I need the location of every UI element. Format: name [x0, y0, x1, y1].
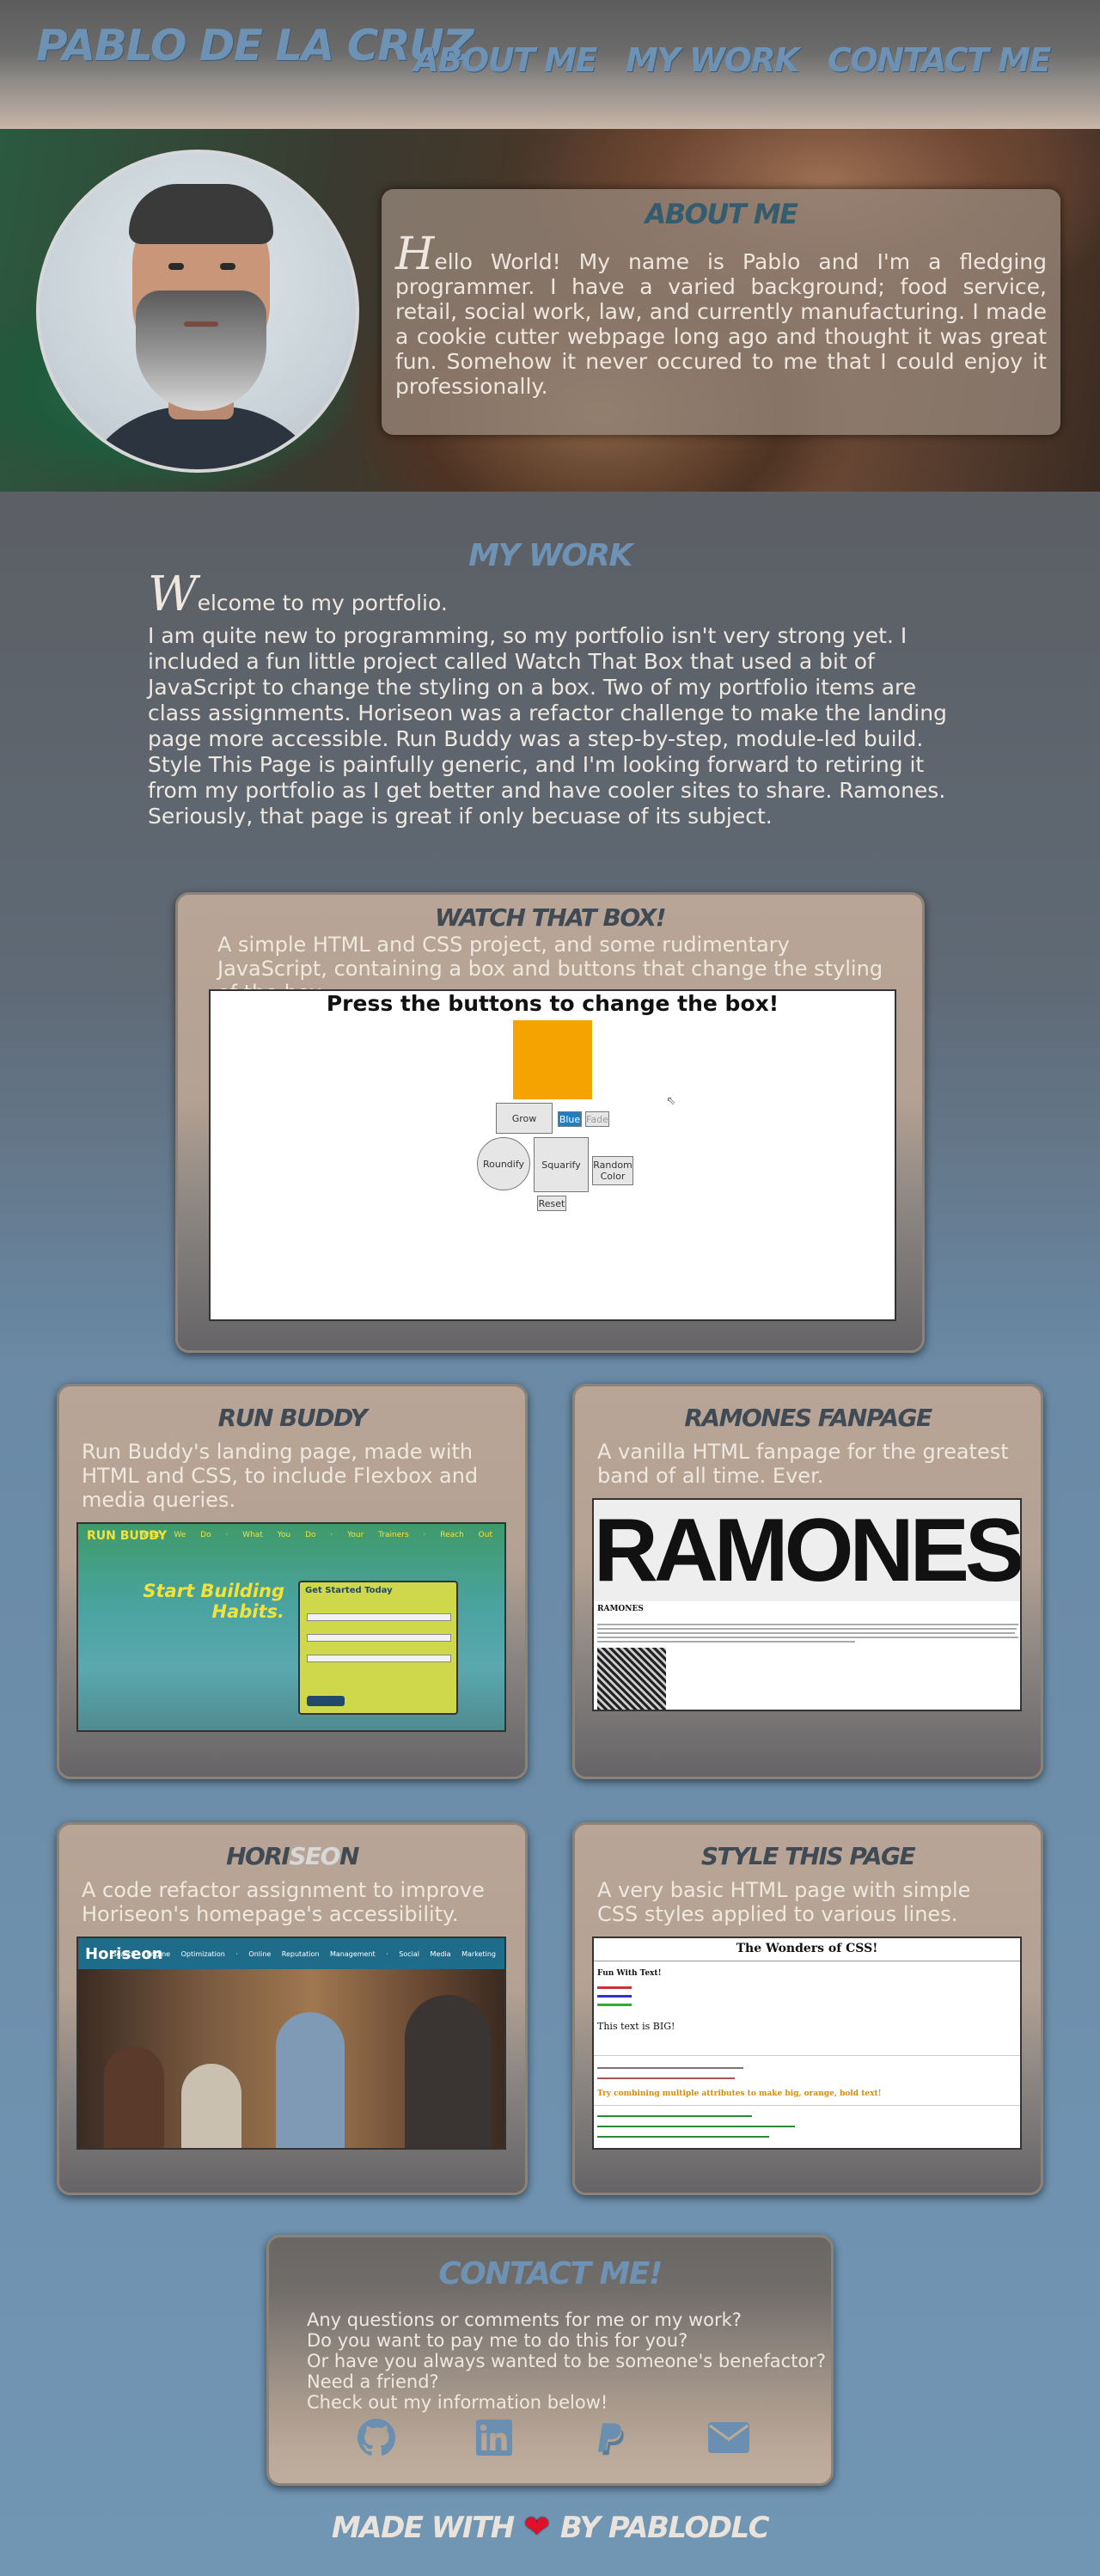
- site-header: PABLO DE LA CRUZ ABOUT ME MY WORK CONTAC…: [0, 0, 1100, 129]
- shot-line: This text is BIG!: [597, 2021, 675, 2032]
- shot-nav: Search Engine Optimization · Online Repu…: [112, 1950, 496, 1958]
- about-title: ABOUT ME: [645, 198, 798, 230]
- footer-author: BY PABLODLC: [559, 2510, 770, 2545]
- about-card: ABOUT ME Hello World! My name is Pablo a…: [382, 189, 1060, 435]
- welcome-text: elcome to my portfolio.: [197, 590, 448, 615]
- project-card-style-this-page: STYLE THIS PAGE A very basic HTML page w…: [572, 1822, 1043, 2195]
- shot-hero-photo: [78, 1969, 504, 2148]
- reset-button: Reset: [537, 1196, 566, 1211]
- roundify-button: Roundify: [477, 1137, 530, 1190]
- project-desc: A code refactor assignment to improve Ho…: [82, 1878, 485, 1926]
- project-desc: A very basic HTML page with simple CSS s…: [597, 1878, 971, 1926]
- contact-card: CONTACT ME! Any questions or comments fo…: [266, 2235, 834, 2486]
- project-title[interactable]: HORISEON: [59, 1842, 525, 1870]
- contact-title: CONTACT ME!: [438, 2256, 663, 2291]
- shot-hero-text: Start Building Habits.: [143, 1581, 284, 1622]
- project-desc: A vanilla HTML fanpage for the greatest …: [597, 1440, 1009, 1488]
- project-screenshot[interactable]: Horiseon Search Engine Optimization · On…: [76, 1937, 506, 2150]
- project-card-run-buddy: RUN BUDDY Run Buddy's landing page, made…: [57, 1384, 528, 1779]
- shot-nav: What We Do · What You Do · Your Trainers…: [138, 1531, 492, 1539]
- welcome-line: Welcome to my portfolio.: [148, 571, 947, 619]
- squarify-button: Squarify: [534, 1137, 589, 1192]
- contact-line: Do you want to pay me to do this for you…: [307, 2330, 688, 2351]
- demo-box: [513, 1020, 592, 1099]
- project-title[interactable]: RUN BUDDY: [59, 1404, 525, 1432]
- about-dropcap: H: [395, 229, 435, 280]
- about-text: Hello World! My name is Pablo and I'm a …: [395, 232, 1047, 399]
- contact-line: Need a friend?: [307, 2371, 439, 2392]
- contact-text: Any questions or comments for me or my w…: [307, 2310, 826, 2413]
- project-screenshot[interactable]: RAMONES RAMONES: [592, 1498, 1022, 1711]
- email-icon[interactable]: [707, 2416, 750, 2459]
- shot-signup-form: Get Started Today: [298, 1581, 458, 1715]
- footer-made-with: MADE WITH: [331, 2510, 515, 2545]
- hero-section: ABOUT ME Hello World! My name is Pablo a…: [0, 129, 1100, 492]
- title-part-highlight: SEO: [289, 1842, 340, 1870]
- title-part: HORI: [226, 1842, 290, 1870]
- contact-icons: [355, 2416, 750, 2459]
- intro-text: I am quite new to programming, so my por…: [148, 623, 947, 829]
- shot-heading: RAMONES: [597, 1605, 644, 1613]
- fade-button: Fade: [585, 1111, 609, 1127]
- project-screenshot[interactable]: Press the buttons to change the box! Gro…: [209, 989, 896, 1321]
- paypal-icon[interactable]: [590, 2416, 632, 2459]
- project-screenshot[interactable]: The Wonders of CSS! Fun With Text! This …: [592, 1937, 1022, 2150]
- project-title[interactable]: RAMONES FANPAGE: [575, 1404, 1041, 1432]
- shot-heading: Press the buttons to change the box!: [326, 991, 779, 1016]
- heart-icon: ❤: [523, 2510, 550, 2545]
- project-card-ramones: RAMONES FANPAGE A vanilla HTML fanpage f…: [572, 1384, 1043, 1779]
- site-title[interactable]: PABLO DE LA CRUZ: [36, 21, 474, 70]
- shot-form-title: Get Started Today: [305, 1586, 393, 1595]
- nav-about-me[interactable]: ABOUT ME: [414, 41, 598, 79]
- profile-photo: [36, 150, 359, 473]
- project-card-horiseon: HORISEON A code refactor assignment to i…: [57, 1822, 528, 2195]
- blue-button: Blue: [558, 1111, 582, 1127]
- contact-line: Any questions or comments for me or my w…: [307, 2310, 742, 2330]
- project-screenshot[interactable]: RUN BUDDY What We Do · What You Do · You…: [76, 1522, 506, 1732]
- shot-line: Try combining multiple attributes to mak…: [597, 2090, 882, 2098]
- project-title[interactable]: WATCH THAT BOX!: [178, 903, 922, 932]
- title-part: N: [339, 1842, 359, 1870]
- welcome-dropcap: W: [148, 566, 198, 622]
- linkedin-icon[interactable]: [473, 2416, 516, 2459]
- project-title[interactable]: STYLE THIS PAGE: [575, 1842, 1041, 1870]
- contact-line: Check out my information below!: [307, 2392, 608, 2413]
- random-color-button: Random Color: [592, 1156, 633, 1185]
- shot-line: Fun With Text!: [597, 1969, 662, 1978]
- site-footer: MADE WITH ❤ BY PABLODLC: [0, 2510, 1100, 2545]
- project-desc: Run Buddy's landing page, made with HTML…: [82, 1440, 479, 1512]
- contact-line: Or have you always wanted to be someone'…: [307, 2351, 827, 2371]
- grow-button: Grow: [496, 1103, 553, 1134]
- shot-header-bar: Horiseon Search Engine Optimization · On…: [78, 1938, 504, 1969]
- work-intro: Welcome to my portfolio. I am quite new …: [148, 571, 947, 829]
- band-photo: [597, 1648, 666, 1710]
- main-nav: ABOUT ME MY WORK CONTACT ME: [414, 41, 1052, 79]
- nav-my-work[interactable]: MY WORK: [626, 41, 800, 79]
- about-body: ello World! My name is Pablo and I'm a f…: [395, 249, 1047, 399]
- nav-contact-me[interactable]: CONTACT ME: [828, 41, 1052, 79]
- github-icon[interactable]: [355, 2416, 398, 2459]
- project-card-watch-that-box: WATCH THAT BOX! A simple HTML and CSS pr…: [175, 892, 925, 1353]
- cursor-icon: ⇖: [666, 1094, 676, 1108]
- shot-title: The Wonders of CSS!: [736, 1942, 878, 1955]
- shot-logo: RAMONES: [593, 1500, 1021, 1601]
